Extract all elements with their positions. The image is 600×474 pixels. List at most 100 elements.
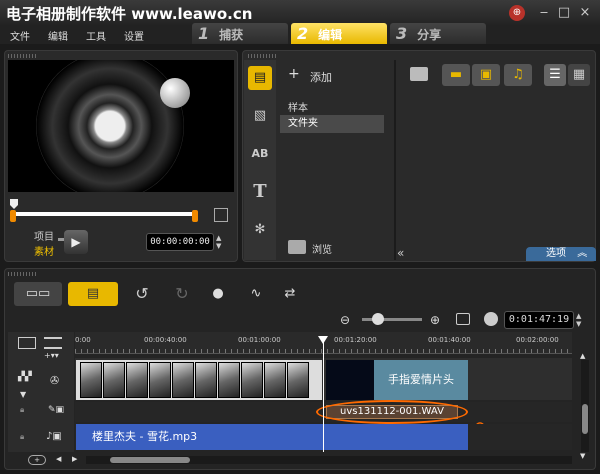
options-button[interactable]: 选项 ︽ xyxy=(526,247,596,261)
minimize-icon[interactable]: ‒ xyxy=(536,5,552,21)
zoom-slider[interactable] xyxy=(362,318,422,321)
category-folder[interactable]: 文件夹 xyxy=(280,115,384,133)
video-track-icon: ✇ xyxy=(50,374,60,387)
trim-marker-left[interactable] xyxy=(10,210,16,222)
tab-capture-label: 捕获 xyxy=(219,28,244,42)
undo-icon[interactable]: ↺ xyxy=(130,282,154,306)
tab-edit-label: 编辑 xyxy=(318,28,343,42)
text-t-icon[interactable]: T xyxy=(248,180,272,204)
photo-thumbnail[interactable] xyxy=(241,362,263,398)
title-clip[interactable]: 手指爱情片头 xyxy=(374,360,468,400)
scroll-up-icon[interactable]: ▲ xyxy=(580,352,585,360)
thumbnail-view-icon[interactable]: ▦ xyxy=(568,64,590,86)
ruler-tick-label: 0:00 xyxy=(75,336,91,344)
music-clip[interactable]: 楼里杰夫 - 雪花.mp3 xyxy=(76,424,468,450)
title-clip-dark[interactable] xyxy=(326,360,374,400)
media-library-icon[interactable]: ▤ xyxy=(248,66,272,90)
menu-settings[interactable]: 设置 xyxy=(124,28,144,43)
tab-share-label: 分享 xyxy=(417,28,442,42)
playhead[interactable] xyxy=(323,340,324,452)
audio-clip-highlight xyxy=(316,400,468,424)
photo-thumbnail[interactable] xyxy=(264,362,286,398)
add-label[interactable]: 添加 xyxy=(310,69,332,85)
photo-thumbnail[interactable] xyxy=(126,362,148,398)
photo-thumbnail[interactable] xyxy=(287,362,309,398)
expand-icon[interactable]: ▼ xyxy=(20,390,26,399)
tab-share[interactable]: 3 分享 xyxy=(390,23,486,44)
trim-marker-right[interactable] xyxy=(192,210,198,222)
close-button[interactable]: × xyxy=(577,5,593,21)
music-track-icon: ♪▣ xyxy=(46,431,62,442)
ruler-tick-label: 00:01:00:00 xyxy=(238,336,281,344)
preview-screen xyxy=(8,60,234,192)
storyboard-view-icon[interactable]: ▭▭ xyxy=(14,282,62,306)
photo-thumbnail[interactable] xyxy=(103,362,125,398)
photo-thumbnail[interactable] xyxy=(195,362,217,398)
player-timecode[interactable]: 00:00:00:00 xyxy=(146,233,214,251)
project-mode-label[interactable]: 项目 xyxy=(34,228,54,243)
photo-thumbnail[interactable] xyxy=(149,362,171,398)
filter-icon[interactable]: ✻ xyxy=(248,218,272,242)
filter-image-icon[interactable]: ▣ xyxy=(472,64,500,86)
scroll-left-icon[interactable]: ◀ xyxy=(56,455,61,463)
timeline-timecode[interactable]: 0:01:47:19 xyxy=(504,311,574,329)
menu-tools[interactable]: 工具 xyxy=(86,28,106,43)
record-icon[interactable]: ● xyxy=(206,282,230,306)
tab-capture[interactable]: 1 捕获 xyxy=(192,23,288,44)
collapse-icon[interactable]: « xyxy=(397,246,404,260)
show-all-tracks-icon[interactable] xyxy=(18,337,36,349)
zoom-slider-thumb[interactable] xyxy=(372,313,384,325)
filter-audio-icon[interactable]: ♫ xyxy=(504,64,532,86)
list-view-icon[interactable]: ☰ xyxy=(544,64,566,86)
ripple-edit-icon[interactable]: ▞▞ xyxy=(18,372,32,382)
ruler-tick-label: 00:02:00:00 xyxy=(516,336,559,344)
lock-icon[interactable]: 🔒︎ xyxy=(20,405,24,415)
library-divider xyxy=(394,60,396,260)
browse-icon[interactable] xyxy=(288,240,306,254)
transition-icon[interactable]: ▧ xyxy=(248,104,272,128)
lock-icon-2[interactable]: 🔒︎ xyxy=(20,432,24,442)
browse-label[interactable]: 浏览 xyxy=(312,241,332,256)
timeline-grip xyxy=(8,272,38,276)
ruler-tick-label: 00:00:40:00 xyxy=(144,336,187,344)
app-logo-icon: ⊕ xyxy=(509,5,525,21)
menu-file[interactable]: 文件 xyxy=(10,28,30,43)
timecode-stepper-icon-2[interactable]: ▲ ▼ xyxy=(576,312,581,328)
tab-edit-number: 2 xyxy=(297,24,309,43)
zoom-out-icon[interactable]: ⊖ xyxy=(340,313,350,327)
category-sample[interactable]: 样本 xyxy=(288,99,308,114)
scrub-bar[interactable] xyxy=(14,212,196,216)
horizontal-scroll-thumb[interactable] xyxy=(110,457,190,463)
auto-music-icon[interactable]: ⇄ xyxy=(278,282,302,306)
speaker-image xyxy=(36,60,184,192)
tab-edit[interactable]: 2 编辑 xyxy=(291,23,387,44)
play-button[interactable]: ▶ xyxy=(64,230,88,254)
folder-icon[interactable] xyxy=(410,67,428,81)
menu-edit[interactable]: 编辑 xyxy=(48,28,68,43)
title-icon[interactable]: AB xyxy=(248,142,272,166)
redo-icon[interactable]: ↻ xyxy=(170,282,194,306)
tab-share-number: 3 xyxy=(396,24,408,43)
fit-project-icon[interactable] xyxy=(456,313,470,325)
timecode-stepper-icon[interactable]: ▲ ▼ xyxy=(216,234,221,250)
add-icon[interactable]: + xyxy=(288,66,300,82)
clip-mode-label[interactable]: 素材 xyxy=(34,243,54,258)
scroll-right-icon[interactable]: ▶ xyxy=(72,455,77,463)
track-manager-icon[interactable] xyxy=(44,337,62,349)
photo-thumbnail[interactable] xyxy=(218,362,240,398)
photo-thumbnail[interactable] xyxy=(80,362,102,398)
ruler-tick-label: 00:01:40:00 xyxy=(428,336,471,344)
zoom-in-icon[interactable]: ⊕ xyxy=(430,313,440,327)
photo-thumbnail[interactable] xyxy=(172,362,194,398)
enlarge-icon[interactable] xyxy=(214,208,228,222)
audio-mixer-icon[interactable]: ∿ xyxy=(244,282,268,306)
scroll-down-icon[interactable]: ▼ xyxy=(580,452,585,460)
add-track-button[interactable]: + xyxy=(28,455,46,465)
maximize-icon[interactable]: □ xyxy=(556,5,572,21)
vertical-scroll-thumb[interactable] xyxy=(582,404,588,434)
tab-capture-number: 1 xyxy=(198,24,210,43)
filter-video-icon[interactable]: ▬ xyxy=(442,64,470,86)
timeline-view-icon[interactable]: ▤ xyxy=(68,282,118,306)
voice-track-icon: ✎▣ xyxy=(48,405,65,415)
add-chapter-icon[interactable]: +▾▾ xyxy=(44,351,59,360)
